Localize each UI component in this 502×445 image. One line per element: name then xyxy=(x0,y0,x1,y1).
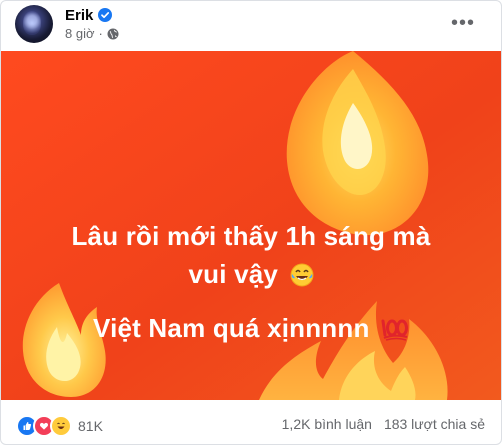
reaction-summary[interactable]: 81K xyxy=(16,415,103,437)
share-count-link[interactable]: 183 lượt chia sẻ xyxy=(384,416,485,432)
post-card: Erik 8 giờ · ••• Lâu rồi mới thấy 1h sán… xyxy=(0,0,502,445)
post-footer: 81K 1,2K bình luận 183 lượt chia sẻ xyxy=(1,401,501,444)
globe-icon[interactable] xyxy=(107,28,119,40)
more-icon: ••• xyxy=(450,11,475,34)
headline-line-2-text: vui vậy xyxy=(188,259,279,289)
headline-line-1: Lâu rồi mới thấy 1h sáng mà xyxy=(71,221,431,251)
verified-icon xyxy=(98,8,113,22)
post-media[interactable]: Lâu rồi mới thấy 1h sáng mà vui vậy Việt… xyxy=(1,51,501,400)
laughing-emoji-icon xyxy=(290,263,314,294)
separator-dot: · xyxy=(98,26,103,41)
author-row: Erik xyxy=(65,6,113,24)
headline-line-2: vui vậy xyxy=(1,259,501,294)
haha-reaction-icon xyxy=(50,415,72,437)
author-name[interactable]: Erik xyxy=(65,7,93,24)
post-time[interactable]: 8 giờ xyxy=(65,26,95,41)
engagement-stats: 1,2K bình luận 183 lượt chia sẻ xyxy=(282,416,485,432)
reaction-count: 81K xyxy=(78,418,103,434)
more-options-button[interactable]: ••• xyxy=(449,11,477,34)
post-meta: 8 giờ · xyxy=(65,26,119,41)
headline-line-3-text: Việt Nam quá xịnnnnn xyxy=(93,313,370,343)
comment-count-link[interactable]: 1,2K bình luận xyxy=(282,416,372,432)
hundred-emoji-icon xyxy=(381,317,409,348)
headline-line-3: Việt Nam quá xịnnnnn xyxy=(1,313,501,348)
post-header: Erik 8 giờ · ••• xyxy=(1,1,501,51)
avatar[interactable] xyxy=(15,5,53,43)
